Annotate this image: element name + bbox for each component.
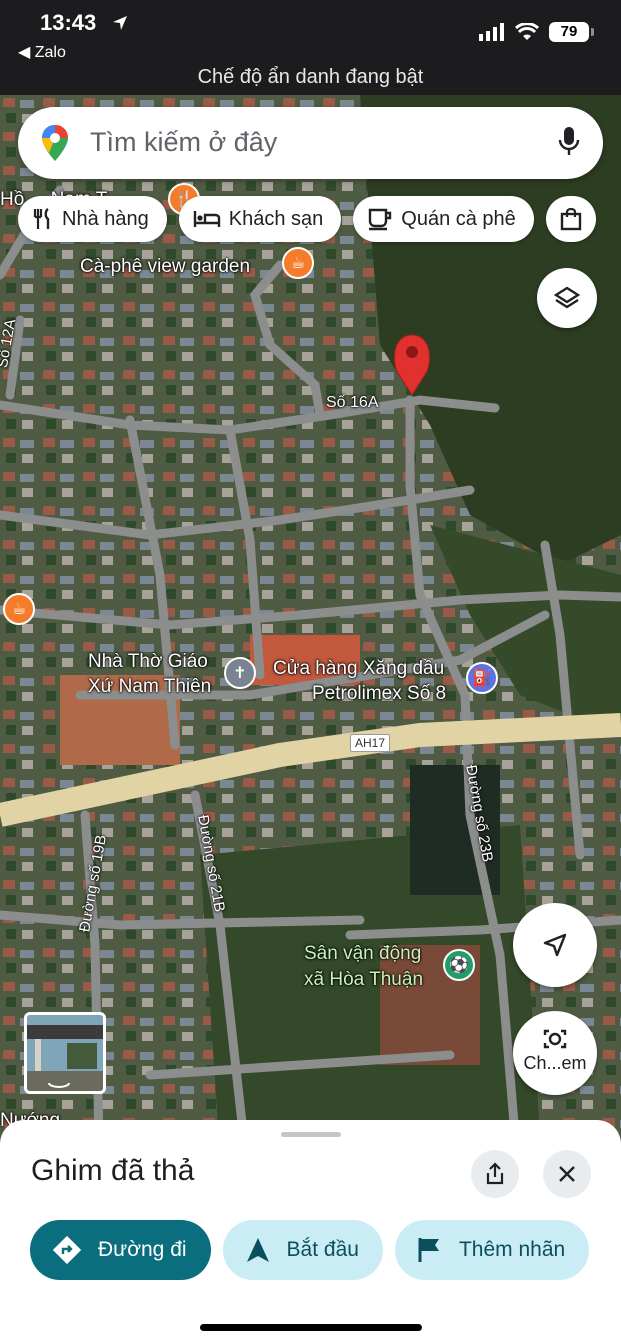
map-label-stadium-1[interactable]: Sân vận động: [304, 942, 421, 966]
cafe-poi-left-icon[interactable]: ☕: [3, 593, 35, 625]
add-label-button[interactable]: Thêm nhãn: [394, 1220, 590, 1280]
gas-station-poi-icon[interactable]: ⛽: [466, 662, 498, 694]
start-label: Bắt đầu: [286, 1238, 359, 1261]
map-label-church-2[interactable]: Xứ Nam Thiên: [88, 675, 211, 699]
layers-icon: [553, 286, 581, 309]
directions-icon: [52, 1235, 82, 1265]
microphone-icon[interactable]: [557, 125, 581, 159]
category-chips: Nhà hàng Khách sạn Quán cà phê: [18, 196, 596, 242]
shopping-bag-icon: [560, 207, 581, 231]
map-label-cafe[interactable]: Cà-phê view garden: [80, 255, 250, 279]
share-button[interactable]: [471, 1150, 519, 1198]
directions-button[interactable]: Đường đi: [30, 1220, 211, 1280]
chip-coffee-label: Quán cà phê: [401, 207, 516, 230]
status-indicators: 79: [479, 22, 594, 42]
chip-hotels[interactable]: Khách sạn: [178, 196, 342, 242]
lens-camera-icon: [543, 1029, 567, 1048]
lens-button-label: Ch...em: [523, 1052, 587, 1073]
hotel-icon: [193, 211, 220, 227]
highway-shield: AH17: [350, 734, 391, 752]
my-location-button[interactable]: [513, 903, 597, 987]
home-indicator: [200, 1324, 422, 1331]
navigation-start-icon: [246, 1238, 269, 1262]
location-arrow-icon: [113, 16, 127, 30]
flag-icon: [418, 1238, 439, 1262]
map-label-dropped-pin: Số 16A: [326, 394, 379, 411]
street-view-thumbnail[interactable]: [24, 1012, 106, 1094]
back-to-app-link[interactable]: ◀ Zalo: [18, 42, 66, 62]
map-label-church-1[interactable]: Nhà Thờ Giáo: [88, 650, 208, 674]
map-label-stadium-2[interactable]: xã Hòa Thuận: [304, 968, 423, 992]
chip-restaurants[interactable]: Nhà hàng: [18, 196, 167, 242]
cafe-poi-icon[interactable]: ☕: [282, 247, 314, 279]
church-poi-icon[interactable]: ✝: [224, 657, 256, 689]
status-time: 13:43: [40, 10, 97, 35]
layers-button[interactable]: [537, 268, 597, 328]
incognito-notice: Chế độ ẩn danh đang bật: [197, 66, 424, 88]
status-bar: 13:43 ◀ Zalo 79 Chế độ ẩn danh đang bật: [0, 0, 621, 95]
directions-label: Đường đi: [98, 1238, 187, 1261]
chip-hotels-label: Khách sạn: [228, 207, 324, 230]
restaurant-icon: [33, 208, 50, 229]
signal-icon: [479, 23, 504, 41]
stadium-poi-icon[interactable]: ⚽: [443, 949, 475, 981]
coffee-icon: [369, 208, 392, 231]
close-button[interactable]: [543, 1150, 591, 1198]
sheet-actions: Đường đi Bắt đầu Thêm nhãn: [30, 1220, 590, 1280]
search-bar[interactable]: Tìm kiếm ở đây: [18, 107, 603, 179]
share-icon: [486, 1162, 504, 1185]
sheet-title: Ghim đã thả: [31, 1154, 195, 1187]
bottom-sheet: Ghim đã thả Đường đi Bắt đầu Thêm nhãn: [0, 1120, 621, 1344]
sheet-drag-handle[interactable]: [281, 1132, 341, 1137]
map-label-gas-1[interactable]: Cửa hàng Xăng dầu: [273, 657, 444, 681]
chip-coffee[interactable]: Quán cà phê: [353, 196, 534, 242]
close-icon: [559, 1166, 575, 1182]
search-input[interactable]: Tìm kiếm ở đây: [90, 127, 277, 158]
maps-logo-icon: [42, 125, 68, 161]
chip-shopping[interactable]: [545, 196, 596, 242]
add-label-label: Thêm nhãn: [458, 1238, 566, 1261]
wifi-icon: [515, 23, 539, 40]
battery-indicator: 79: [549, 22, 594, 42]
lens-button[interactable]: Ch...em: [513, 1011, 597, 1095]
start-button[interactable]: Bắt đầu: [222, 1220, 383, 1280]
chip-restaurants-label: Nhà hàng: [62, 207, 149, 230]
map-label-gas-2[interactable]: Petrolimex Số 8: [312, 682, 446, 706]
navigation-arrow-icon: [543, 933, 567, 957]
street-view-photo: [27, 1015, 103, 1091]
